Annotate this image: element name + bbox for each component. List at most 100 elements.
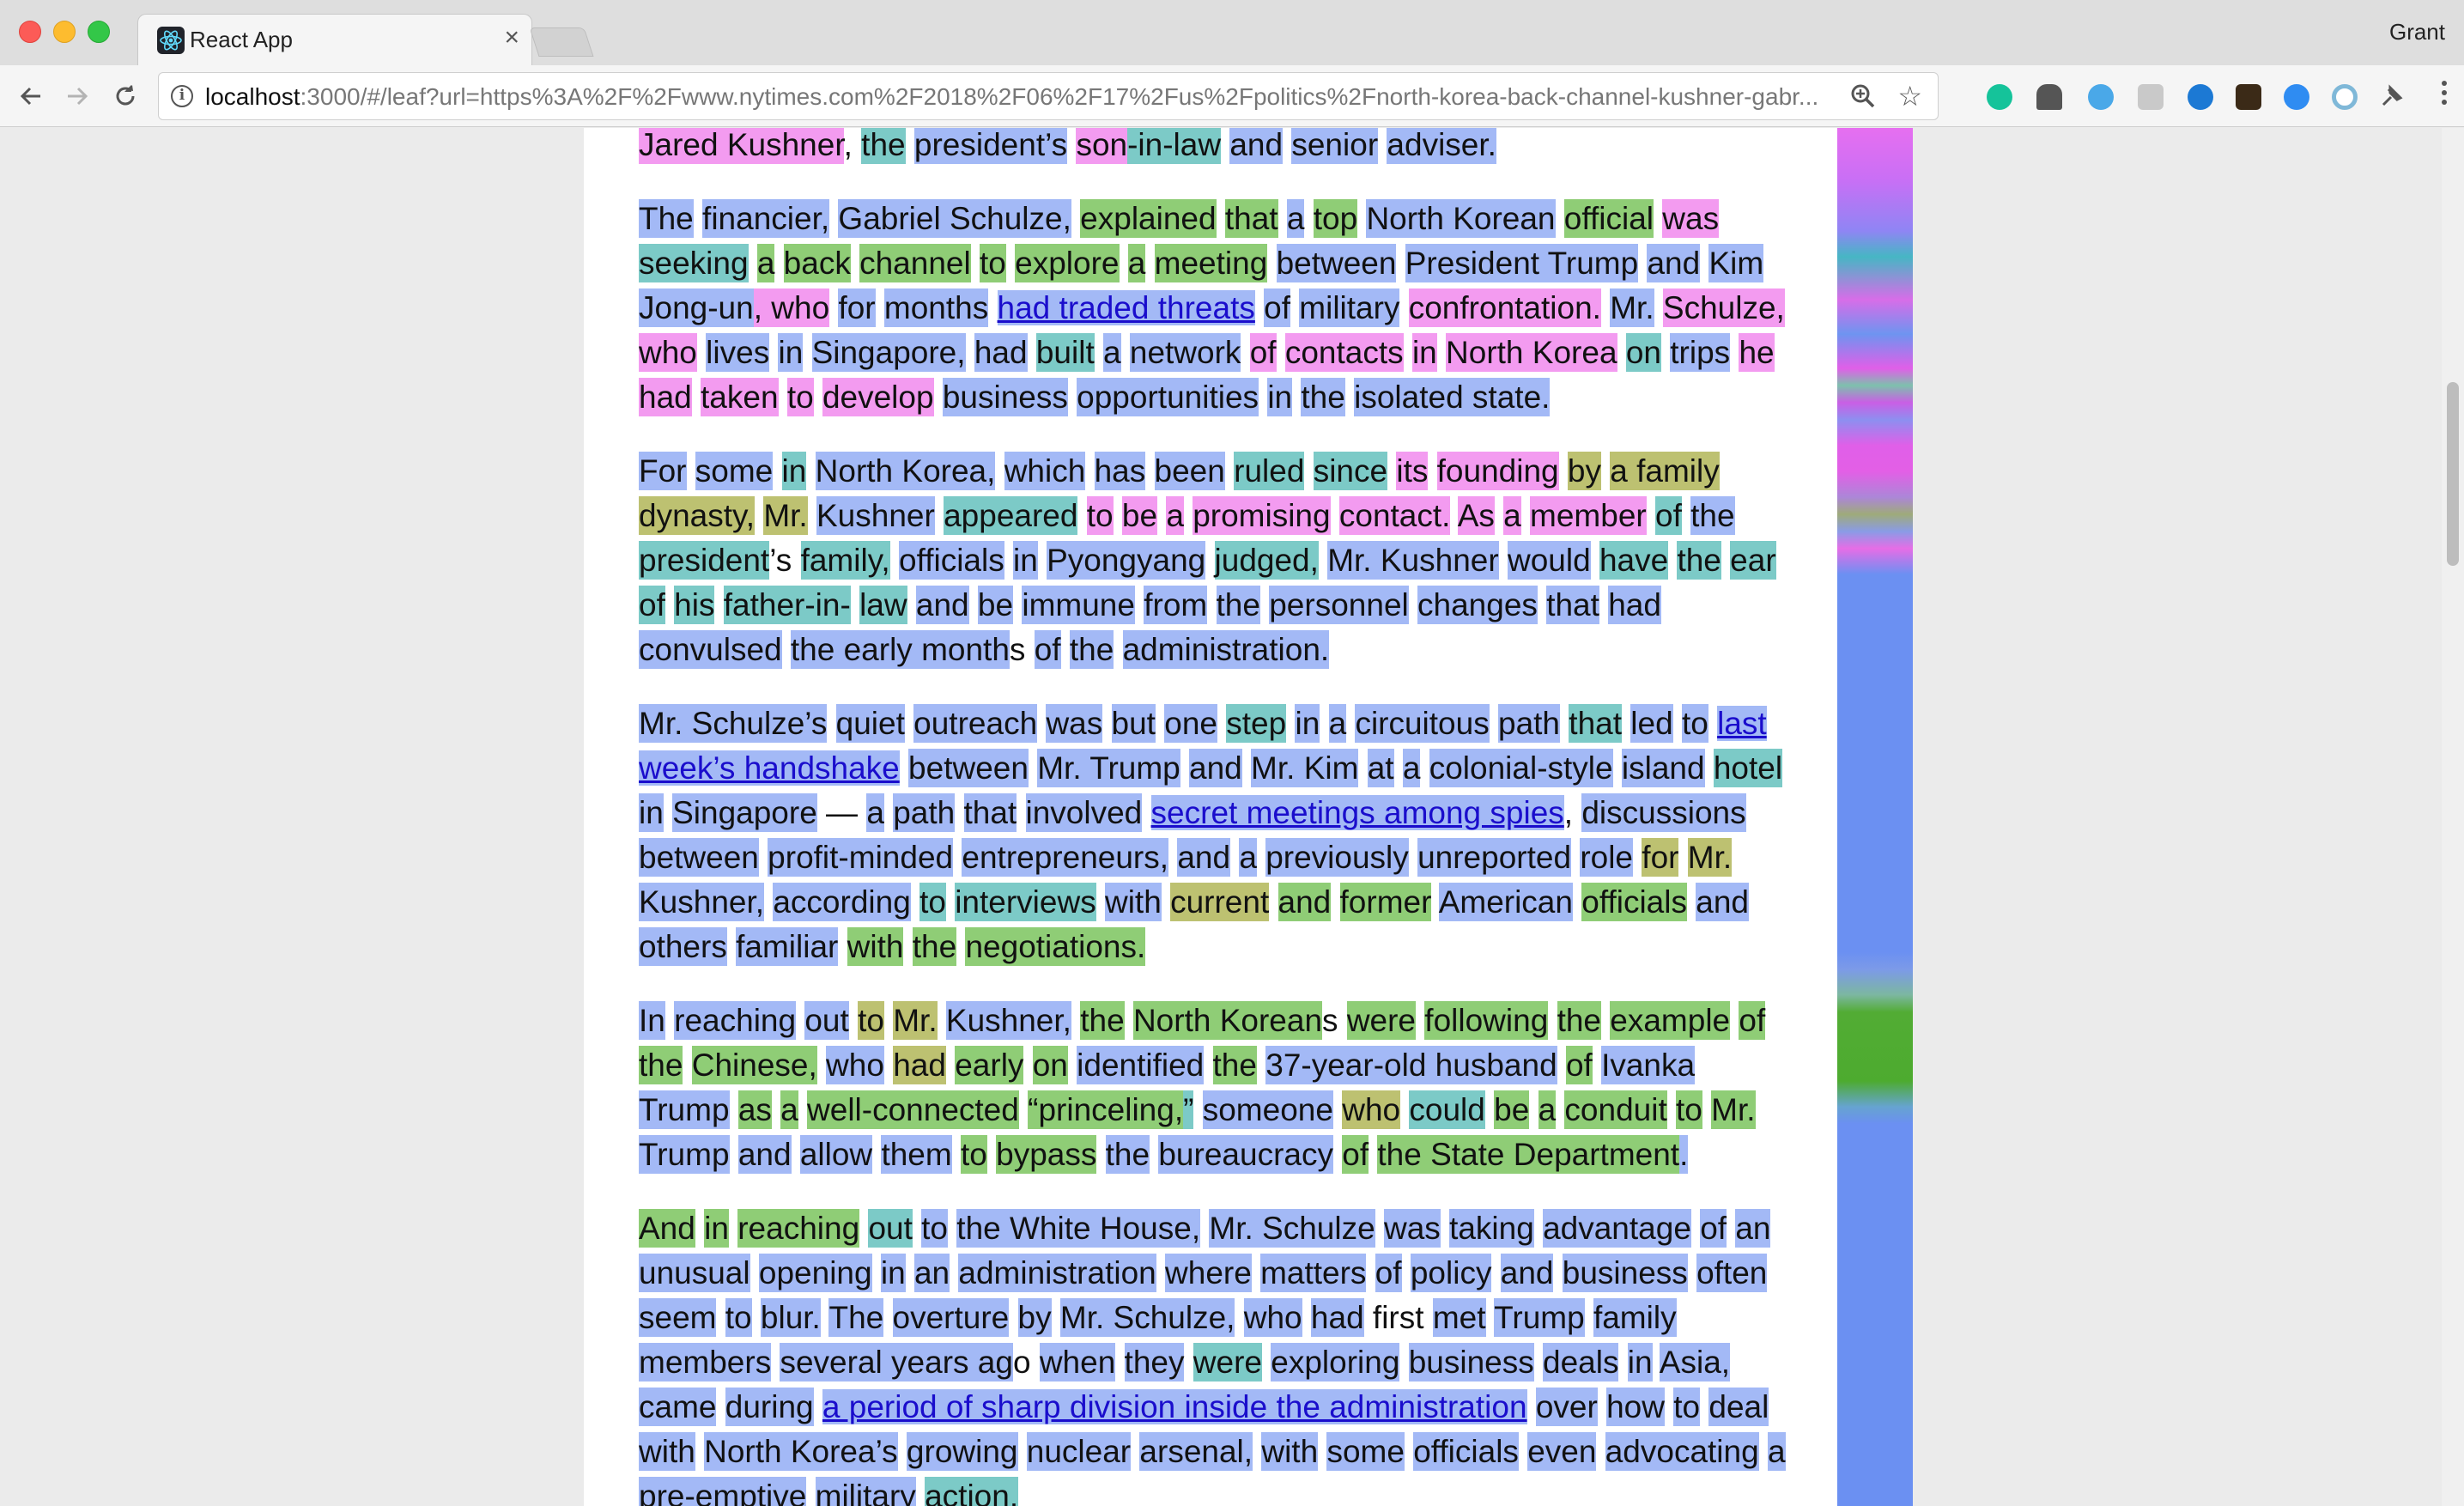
highlighted-word[interactable]: even bbox=[1527, 1432, 1597, 1471]
highlighted-word[interactable]: As bbox=[1457, 496, 1495, 535]
highlighted-word[interactable]: them bbox=[881, 1135, 952, 1174]
highlighted-word[interactable]: network bbox=[1129, 333, 1241, 372]
site-info-icon[interactable]: i bbox=[171, 85, 193, 107]
highlighted-word[interactable]: unreported bbox=[1417, 838, 1572, 877]
highlighted-word[interactable]: of bbox=[1034, 630, 1061, 669]
highlighted-word[interactable]: during bbox=[725, 1388, 814, 1426]
highlighted-word[interactable]: Chinese, bbox=[691, 1046, 817, 1084]
highlighted-word[interactable]: the bbox=[1080, 1001, 1125, 1040]
highlighted-word[interactable]: seeking bbox=[639, 244, 749, 282]
highlighted-word[interactable]: others bbox=[639, 927, 727, 966]
highlighted-word[interactable]: , who bbox=[753, 288, 830, 327]
highlighted-word[interactable]: officials bbox=[1581, 883, 1687, 921]
highlighted-word[interactable]: where bbox=[1165, 1254, 1252, 1292]
highlighted-word[interactable]: quiet bbox=[835, 704, 905, 743]
highlighted-word[interactable]: over bbox=[1535, 1388, 1598, 1426]
highlighted-word[interactable]: when bbox=[1039, 1343, 1116, 1382]
highlighted-word[interactable]: to bbox=[786, 378, 814, 416]
highlighted-word[interactable]: by bbox=[1567, 452, 1601, 490]
highlighted-word[interactable]: be bbox=[977, 586, 1014, 624]
highlighted-word[interactable]: a bbox=[1538, 1090, 1557, 1129]
highlighted-word[interactable]: North Korea, bbox=[815, 452, 996, 490]
highlighted-word[interactable]: a bbox=[1103, 333, 1121, 372]
highlighted-word[interactable]: and bbox=[1500, 1254, 1554, 1292]
highlighted-word[interactable]: arsenal, bbox=[1139, 1432, 1253, 1471]
highlighted-word[interactable]: administration. bbox=[1122, 630, 1330, 669]
highlighted-word[interactable]: blur. bbox=[760, 1298, 821, 1337]
highlighted-word[interactable]: senior bbox=[1291, 128, 1379, 164]
highlighted-word[interactable]: judged, bbox=[1214, 541, 1319, 580]
highlighted-word[interactable]: who bbox=[1243, 1298, 1302, 1337]
highlighted-word[interactable]: American bbox=[1438, 883, 1573, 921]
highlighted-word[interactable]: seem bbox=[639, 1298, 717, 1337]
highlighted-word[interactable]: negotiations. bbox=[965, 927, 1146, 966]
highlighted-word[interactable]: North Korean bbox=[1132, 1001, 1323, 1040]
vertical-scrollbar[interactable] bbox=[2442, 128, 2464, 1506]
highlighted-word[interactable]: Schulze, bbox=[1662, 288, 1785, 327]
highlighted-word[interactable]: identified bbox=[1077, 1046, 1205, 1084]
highlighted-word[interactable]: entrepreneurs, bbox=[962, 838, 1169, 877]
highlighted-word[interactable]: allow bbox=[799, 1135, 873, 1174]
highlighted-word[interactable]: who bbox=[826, 1046, 884, 1084]
highlighted-word[interactable]: with bbox=[1104, 883, 1162, 921]
highlighted-word[interactable]: was bbox=[1662, 199, 1720, 238]
highlighted-word[interactable]: several years ag bbox=[780, 1343, 1013, 1382]
highlighted-word[interactable]: and bbox=[1229, 128, 1284, 164]
highlighted-word[interactable]: the bbox=[861, 128, 906, 164]
highlighted-word[interactable]: colonial-style bbox=[1429, 749, 1613, 787]
highlighted-word[interactable]: Singapore bbox=[672, 793, 817, 832]
highlighted-word[interactable]: personnel bbox=[1269, 586, 1409, 624]
highlighted-word[interactable]: for bbox=[1642, 838, 1679, 877]
highlighted-word[interactable]: of bbox=[1700, 1209, 1727, 1248]
grammarly-icon[interactable] bbox=[1987, 84, 2012, 110]
highlighted-word[interactable]: the bbox=[912, 927, 957, 966]
highlighted-word[interactable]: meeting bbox=[1154, 244, 1268, 282]
highlighted-word[interactable]: could bbox=[1409, 1090, 1485, 1129]
highlighted-word[interactable]: Mr. Schulze’s bbox=[639, 704, 828, 743]
highlighted-word[interactable]: a bbox=[1239, 838, 1257, 877]
highlighted-word[interactable]: well-connected bbox=[807, 1090, 1019, 1129]
highlighted-word[interactable]: Mr. Kim bbox=[1251, 749, 1359, 787]
highlighted-word[interactable]: Mr. bbox=[763, 496, 808, 535]
highlighted-word[interactable]: matters bbox=[1260, 1254, 1367, 1292]
highlighted-word[interactable]: for bbox=[838, 288, 876, 327]
highlighted-word[interactable]: conduit bbox=[1564, 1090, 1667, 1129]
highlighted-word[interactable]: pre-emptive bbox=[639, 1477, 807, 1506]
highlighted-word[interactable]: back bbox=[783, 244, 851, 282]
highlighted-word[interactable]: the bbox=[639, 1046, 683, 1084]
extension-blue-dot-icon[interactable] bbox=[2284, 84, 2309, 110]
highlighted-word[interactable]: advantage bbox=[1543, 1209, 1691, 1248]
highlighted-word[interactable]: between bbox=[1276, 244, 1397, 282]
highlighted-word[interactable]: and bbox=[737, 1135, 792, 1174]
highlighted-word[interactable]: as bbox=[737, 1090, 772, 1129]
highlighted-word[interactable]: Jared Kushner bbox=[639, 128, 844, 164]
highlighted-word[interactable]: a bbox=[1402, 749, 1421, 787]
highlighted-word[interactable]: the early month bbox=[790, 630, 1010, 669]
highlighted-word[interactable]: official bbox=[1563, 199, 1654, 238]
highlighted-word[interactable]: a bbox=[866, 793, 884, 832]
highlighted-word[interactable]: the bbox=[1301, 378, 1345, 416]
highlighted-word[interactable]: outreach bbox=[913, 704, 1038, 743]
highlighted-word[interactable]: and bbox=[1647, 244, 1701, 282]
highlighted-word[interactable]: on bbox=[1032, 1046, 1068, 1084]
highlighted-word[interactable]: that bbox=[1569, 704, 1623, 743]
highlighted-word[interactable]: Trump bbox=[1494, 1298, 1585, 1337]
highlighted-word[interactable]: who bbox=[1342, 1090, 1401, 1129]
window-minimize-button[interactable] bbox=[53, 21, 76, 43]
highlighted-word[interactable]: father-in- bbox=[723, 586, 851, 624]
highlighted-word[interactable]: trips bbox=[1670, 333, 1731, 372]
highlighted-word[interactable]: deal bbox=[1708, 1388, 1769, 1426]
highlighted-word[interactable]: military bbox=[1299, 288, 1400, 327]
highlighted-word[interactable]: met bbox=[1432, 1298, 1486, 1337]
highlighted-word[interactable]: a bbox=[1503, 496, 1521, 535]
highlighted-word[interactable]: -in-law bbox=[1127, 128, 1222, 164]
highlighted-word[interactable]: exploring bbox=[1271, 1343, 1400, 1382]
highlighted-word[interactable]: Pyongyang bbox=[1047, 541, 1206, 580]
highlighted-word[interactable]: ear bbox=[1730, 541, 1776, 580]
highlighted-word[interactable]: current bbox=[1170, 883, 1270, 921]
browser-tab-active[interactable]: React App × bbox=[137, 14, 532, 67]
highlighted-word[interactable]: son bbox=[1076, 128, 1128, 164]
highlighted-word[interactable]: ” bbox=[1183, 1090, 1194, 1129]
highlighted-word[interactable]: be bbox=[1494, 1090, 1530, 1129]
highlighted-word[interactable]: often bbox=[1696, 1254, 1768, 1292]
